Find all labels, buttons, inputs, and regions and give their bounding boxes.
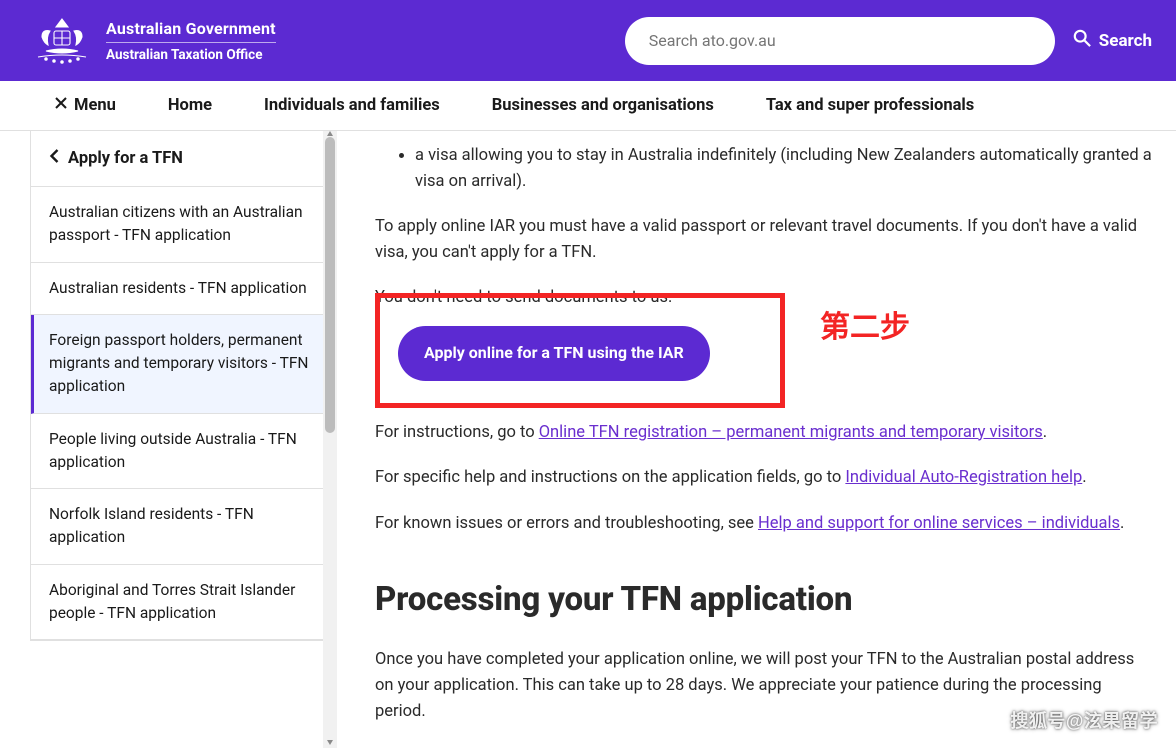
list-item: a visa allowing you to stay in Australia…	[415, 143, 1152, 194]
issues-link[interactable]: Help and support for online services – i…	[758, 514, 1120, 533]
menu-label: Menu	[74, 96, 116, 115]
help-link[interactable]: Individual Auto-Registration help	[845, 468, 1082, 487]
step-annotation: 第二步	[820, 302, 910, 346]
main-nav: Menu Home Individuals and families Busin…	[0, 81, 1176, 131]
sidebar-item-label: Australian citizens with an Australian p…	[49, 203, 303, 244]
logo-text: Australian Government Australian Taxatio…	[106, 19, 276, 63]
processing-heading: Processing your TFN application	[375, 574, 1152, 625]
sidebar-item-label: Aboriginal and Torres Strait Islander pe…	[49, 581, 295, 622]
text: .	[1043, 423, 1047, 442]
sidebar-item-active[interactable]: Foreign passport holders, permanent migr…	[31, 315, 329, 414]
logo-block[interactable]: Australian Government Australian Taxatio…	[32, 13, 276, 69]
sidebar-title: Apply for a TFN	[68, 149, 183, 168]
site-header: Australian Government Australian Taxatio…	[0, 0, 1176, 81]
instructions-link[interactable]: Online TFN registration – permanent migr…	[539, 423, 1043, 442]
text: For instructions, go to	[375, 423, 539, 442]
gov-name: Australian Government	[106, 19, 276, 38]
text: For specific help and instructions on th…	[375, 468, 845, 487]
ato-name: Australian Taxation Office	[106, 42, 276, 63]
search-wrap: Search	[625, 17, 1152, 65]
text: .	[1120, 514, 1124, 533]
search-label: Search	[1099, 31, 1152, 51]
sidebar-item-label: Norfolk Island residents - TFN applicati…	[49, 505, 254, 546]
crest-icon	[32, 13, 92, 69]
nav-tax-super[interactable]: Tax and super professionals	[742, 81, 998, 130]
sidebar-wrap: Apply for a TFN Australian citizens with…	[0, 131, 337, 748]
nav-label: Individuals and families	[264, 96, 440, 115]
nav-label: Tax and super professionals	[766, 96, 974, 115]
visa-list: a visa allowing you to stay in Australia…	[415, 143, 1152, 194]
nav-home[interactable]: Home	[144, 81, 236, 130]
sidebar-item[interactable]: Aboriginal and Torres Strait Islander pe…	[31, 565, 329, 641]
sidebar-item-label: Australian residents - TFN application	[49, 279, 307, 297]
search-input[interactable]	[625, 17, 1055, 65]
scrollbar[interactable]	[323, 131, 337, 748]
nav-businesses[interactable]: Businesses and organisations	[468, 81, 738, 130]
page-layout: Apply for a TFN Australian citizens with…	[0, 131, 1176, 748]
help-paragraph: For specific help and instructions on th…	[375, 465, 1152, 491]
apply-online-button[interactable]: Apply online for a TFN using the IAR	[398, 326, 710, 381]
cta-label: Apply online for a TFN using the IAR	[424, 343, 684, 362]
scroll-thumb[interactable]	[325, 137, 335, 433]
menu-button[interactable]: Menu	[30, 81, 140, 130]
close-icon	[54, 96, 68, 115]
nav-label: Businesses and organisations	[492, 96, 714, 115]
sidebar-item[interactable]: Australian citizens with an Australian p…	[31, 187, 329, 263]
watermark: 搜狐号@泫果留学	[1010, 707, 1158, 733]
sidebar-back[interactable]: Apply for a TFN	[31, 131, 329, 187]
sidebar-item-label: People living outside Australia - TFN ap…	[49, 430, 297, 471]
text: .	[1082, 468, 1086, 487]
nav-label: Home	[168, 96, 212, 115]
text: For known issues or errors and troublesh…	[375, 514, 758, 533]
sidebar-item[interactable]: Australian residents - TFN application	[31, 263, 329, 315]
chevron-left-icon	[49, 149, 60, 168]
sidebar: Apply for a TFN Australian citizens with…	[30, 131, 330, 641]
sidebar-item[interactable]: People living outside Australia - TFN ap…	[31, 414, 329, 490]
apply-paragraph: To apply online IAR you must have a vali…	[375, 214, 1152, 265]
instructions-paragraph: For instructions, go to Online TFN regis…	[375, 420, 1152, 446]
sidebar-item[interactable]: Norfolk Island residents - TFN applicati…	[31, 489, 329, 565]
cta-highlight-box: Apply online for a TFN using the IAR	[375, 293, 785, 408]
main-content: a visa allowing you to stay in Australia…	[337, 131, 1176, 748]
nav-individuals[interactable]: Individuals and families	[240, 81, 464, 130]
bullet-text: a visa allowing you to stay in Australia…	[415, 146, 1152, 191]
sidebar-item-label: Foreign passport holders, permanent migr…	[49, 331, 308, 396]
issues-paragraph: For known issues or errors and troublesh…	[375, 511, 1152, 537]
search-button[interactable]: Search	[1073, 29, 1152, 52]
search-icon	[1073, 29, 1091, 52]
scroll-down-icon[interactable]	[326, 738, 334, 746]
